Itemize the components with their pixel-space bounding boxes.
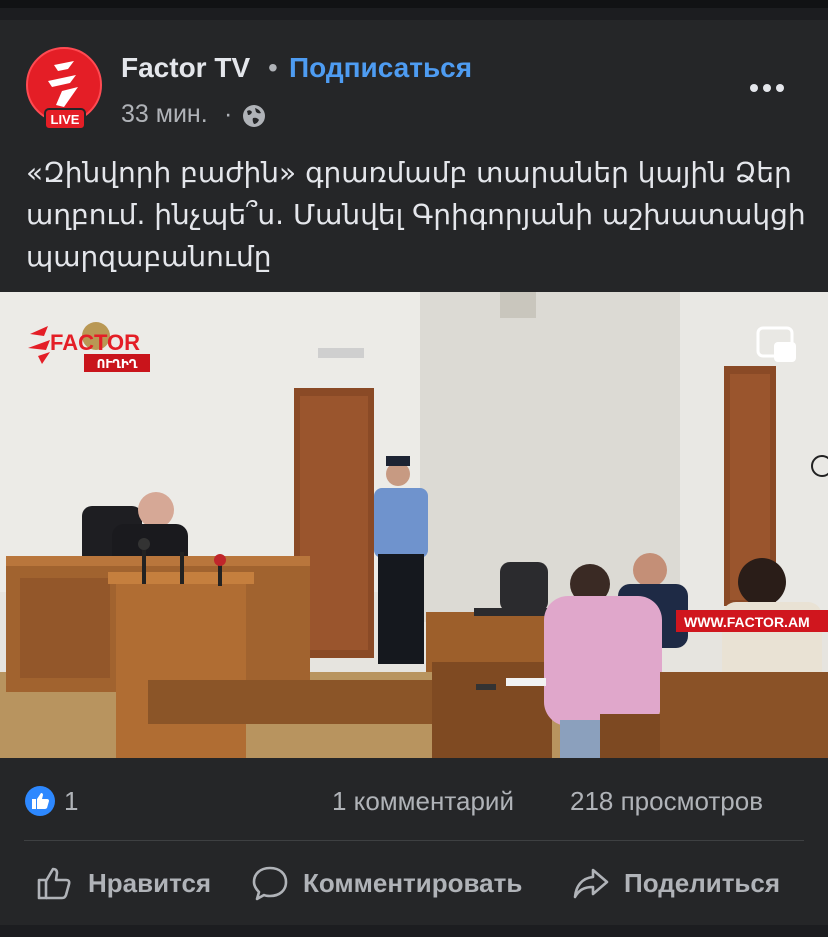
actions-divider [24, 840, 804, 841]
picture-in-picture-icon[interactable] [756, 326, 798, 364]
like-label: Нравится [88, 867, 212, 898]
like-button[interactable]: Нравится [36, 858, 211, 908]
comment-button[interactable]: Комментировать [251, 858, 522, 908]
top-separator [0, 0, 828, 8]
share-icon [573, 868, 609, 899]
watermark-url-badge: WWW.FACTOR.AM [676, 610, 828, 632]
thumbs-up-icon [37, 867, 71, 900]
like-badge-icon[interactable] [24, 785, 56, 817]
watermark-sub: ՈՒՂԻՂ [97, 357, 138, 371]
post-time[interactable]: 33 мин. [121, 100, 208, 129]
separator-dot: • [268, 52, 278, 83]
watermark-brand: FACTOR [50, 330, 140, 355]
share-button[interactable]: Поделиться [572, 858, 780, 908]
comment-count[interactable]: 1 комментарий [332, 786, 514, 817]
like-count[interactable]: 1 [64, 786, 78, 817]
page-avatar[interactable]: LIVE [24, 47, 106, 130]
live-badge: LIVE [51, 112, 80, 127]
post-text: «Զինվորի բաժին» գրառմամբ տարաներ կային Ձ… [26, 156, 806, 273]
watermark-url: WWW.FACTOR.AM [684, 614, 810, 630]
share-label: Поделиться [624, 867, 781, 898]
time-separator: · [224, 100, 233, 128]
comment-icon [252, 866, 288, 901]
globe-icon [243, 105, 265, 127]
factor-logo-icon: LIVE [26, 47, 102, 130]
page-name[interactable]: Factor TV [121, 52, 250, 84]
comment-label: Комментировать [303, 867, 523, 898]
subscribe-button[interactable]: Подписаться [289, 52, 472, 84]
view-count: 218 просмотров [570, 786, 764, 816]
post-image[interactable]: FACTOR ՈՒՂԻՂ WWW.FACTOR.AM [0, 292, 828, 758]
bottom-separator [0, 925, 828, 937]
more-options-icon[interactable] [745, 68, 789, 108]
